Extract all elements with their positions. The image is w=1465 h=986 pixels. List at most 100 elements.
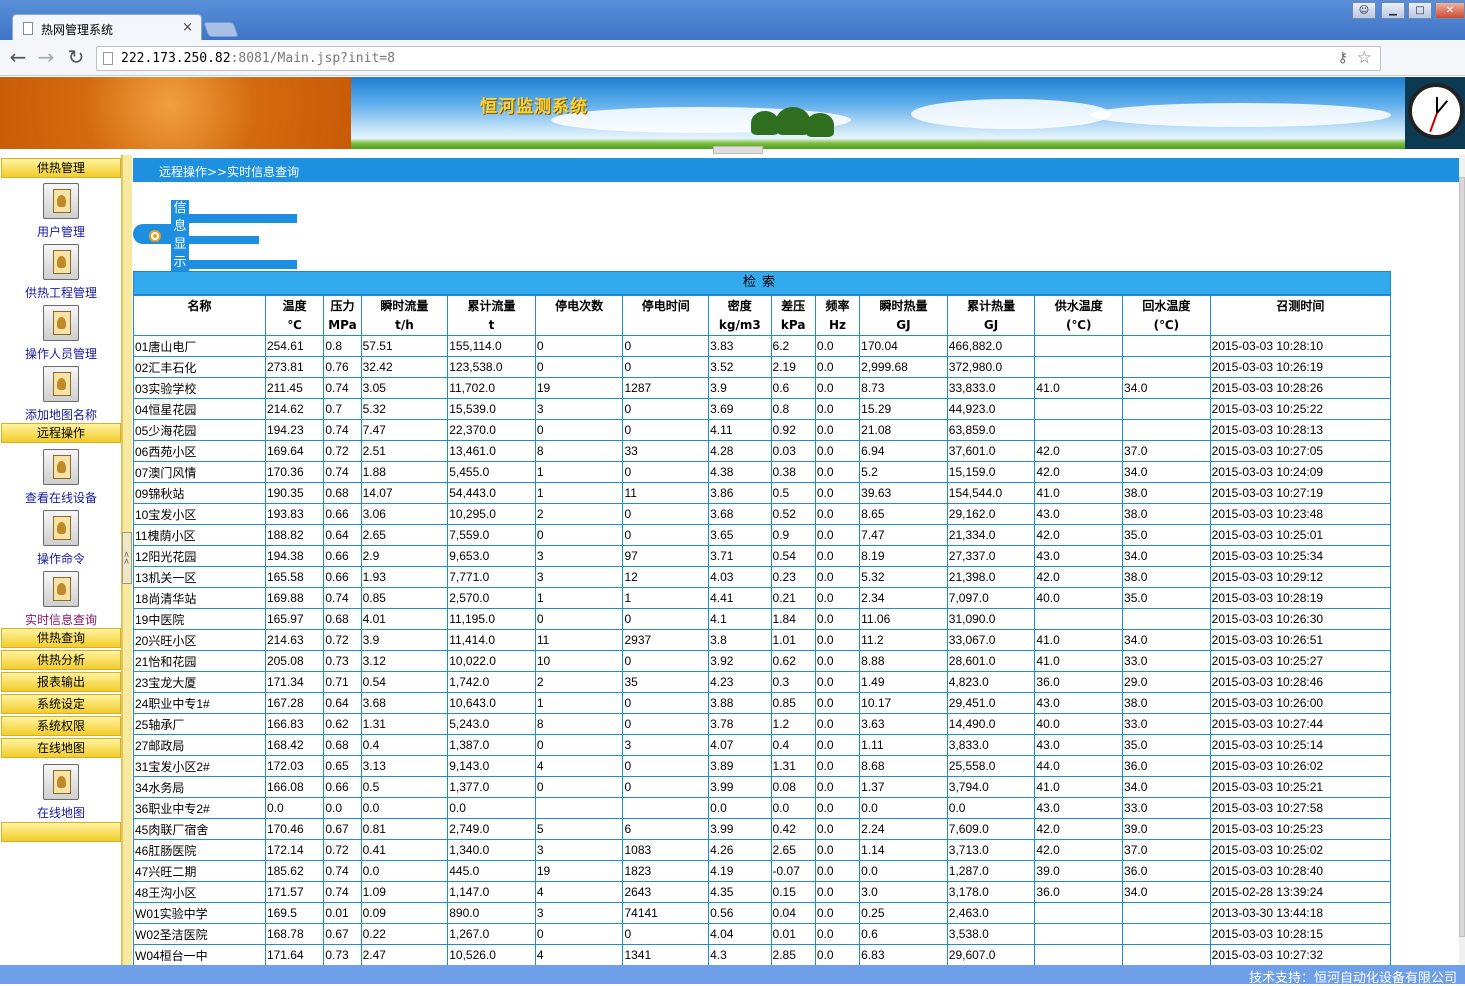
- reload-icon[interactable]: ↻: [64, 46, 88, 70]
- table-cell: 54,443.0: [447, 482, 536, 504]
- table-row: 01唐山电厂 254.61 0.8 57.51 155,114.0 0 0 3.83 6.2 0.…: [133, 335, 1392, 357]
- table-cell: 0: [534, 524, 624, 546]
- table-cell: 4.11: [708, 419, 772, 441]
- minimize-button[interactable]: ▁: [1381, 2, 1405, 19]
- table-cell: 0.0: [814, 881, 861, 903]
- table-cell: 0.0: [814, 419, 861, 441]
- table-cell: 172.14: [264, 839, 325, 861]
- table-cell: 2.85: [770, 944, 816, 965]
- maximize-button[interactable]: □: [1408, 2, 1432, 19]
- table-cell: 0.01: [770, 923, 816, 945]
- address-bar[interactable]: 222.173.250.82:8081/Main.jsp?init=8 ⚷ ☆: [96, 46, 1381, 71]
- column-header-unit: kPa: [780, 318, 806, 332]
- menu-section-online-map[interactable]: 在线地图: [1, 738, 121, 758]
- table-cell: 2015-03-03 10:26:30: [1209, 608, 1392, 630]
- station-name-cell: 20兴旺小区: [133, 629, 266, 651]
- table-cell: 34.0: [1122, 881, 1211, 903]
- table-cell: 0.92: [770, 419, 816, 441]
- menu-item-commands[interactable]: 操作命令: [1, 508, 121, 568]
- table-cell: [1122, 923, 1211, 945]
- table-cell: 0.5: [360, 776, 449, 798]
- url-path: :8081/Main.jsp?init=8: [230, 51, 395, 66]
- browser-tab[interactable]: 热网管理系统 ×: [12, 14, 202, 41]
- table-cell: 0.65: [323, 755, 362, 777]
- table-cell: 2015-03-03 10:25:21: [1209, 776, 1392, 798]
- table-cell: 1: [534, 482, 624, 504]
- table-cell: 0.6: [770, 377, 816, 399]
- table-cell: 2015-03-03 10:27:44: [1209, 713, 1392, 735]
- menu-item-label: 操作命令: [36, 552, 85, 566]
- menu-section-heating-mgmt[interactable]: 供热管理: [1, 158, 121, 178]
- back-arrow-icon[interactable]: ←: [6, 46, 30, 70]
- table-cell: 10,022.0: [447, 650, 536, 672]
- table-cell: 0.7: [323, 398, 362, 420]
- bookmark-star-icon[interactable]: ☆: [1357, 48, 1372, 68]
- table-cell: 29,607.0: [946, 944, 1036, 965]
- page-scrollbar[interactable]: [1459, 155, 1465, 965]
- info-display-header: 信 息 显 示: [133, 200, 303, 272]
- table-cell: 445.0: [447, 860, 536, 882]
- menu-item-user-mgmt[interactable]: 用户管理: [1, 181, 121, 241]
- close-icon[interactable]: ×: [182, 20, 193, 35]
- table-cell: 0.0: [447, 797, 536, 819]
- menu-item-online-map[interactable]: 在线地图: [1, 762, 121, 822]
- new-tab-button[interactable]: [203, 22, 239, 37]
- table-row: 27邮政局 168.42 0.68 0.4 1,387.0 0 3 4.07 0.4 0.0 1.1…: [133, 734, 1392, 756]
- table-cell: 5.2: [859, 461, 948, 483]
- menu-section-system-settings[interactable]: 系统设定: [1, 694, 121, 714]
- table-cell: 6.94: [859, 440, 948, 462]
- table-cell: 2015-03-03 10:27:58: [1209, 797, 1392, 819]
- table-row: 05少海花园 194.23 0.74 7.47 22,370.0 0 0 4.11 0.92 0.…: [133, 419, 1392, 441]
- table-cell: 0.6: [859, 923, 948, 945]
- table-cell: 0.74: [323, 881, 362, 903]
- table-cell: 38.0: [1122, 503, 1211, 525]
- table-cell: [1122, 608, 1211, 630]
- banner-collapse-handle[interactable]: [713, 146, 763, 154]
- column-header-name: 累计流量: [467, 299, 516, 313]
- table-cell: 2.19: [770, 356, 816, 378]
- table-cell: 0.0: [814, 335, 861, 357]
- table-cell: 0: [622, 419, 710, 441]
- table-cell: 1,267.0: [447, 923, 536, 945]
- menu-section-remote-ops[interactable]: 远程操作: [1, 423, 121, 443]
- table-cell: 0.15: [770, 881, 816, 903]
- forward-arrow-icon[interactable]: →: [34, 46, 58, 70]
- menu-section-system-permissions[interactable]: 系统权限: [1, 716, 121, 736]
- menu-item-add-map-name[interactable]: 添加地图名称: [1, 364, 121, 424]
- table-cell: 11,702.0: [447, 377, 536, 399]
- table-cell: 0.0: [814, 545, 861, 567]
- table-cell: 0.68: [323, 482, 362, 504]
- table-cell: 0.0: [814, 629, 861, 651]
- key-icon[interactable]: ⚷: [1338, 50, 1348, 66]
- sidebar-collapse-toggle[interactable]: <<: [122, 532, 132, 584]
- table-row: 09锦秋站 190.35 0.68 14.07 54,443.0 1 11 3.86 0.5 0.…: [133, 482, 1392, 504]
- table-cell: 4.28: [708, 440, 772, 462]
- scrollbar-thumb[interactable]: [1459, 177, 1465, 937]
- table-cell: 4.41: [708, 587, 772, 609]
- table-cell: 2015-03-03 10:26:02: [1209, 755, 1392, 777]
- table-row: 13机关一区 165.58 0.66 1.93 7,771.0 3 12 4.03 0.23 0.…: [133, 566, 1392, 588]
- close-window-button[interactable]: ✕: [1435, 2, 1465, 19]
- search-button[interactable]: 检索: [133, 271, 1391, 295]
- station-name-cell: 34水务局: [133, 776, 266, 798]
- table-cell: 1.31: [360, 713, 449, 735]
- table-cell: 7,609.0: [946, 818, 1036, 840]
- table-cell: 7,559.0: [447, 524, 536, 546]
- menu-section-heating-query[interactable]: 供热查询: [1, 628, 121, 648]
- table-cell: 3: [534, 902, 624, 924]
- menu-section-report-output[interactable]: 报表输出: [1, 672, 121, 692]
- table-cell: 2.65: [770, 839, 816, 861]
- menu-item-operator-mgmt[interactable]: 操作人员管理: [1, 303, 121, 363]
- radio-icon: [149, 230, 161, 242]
- table-row: 04恒星花园 214.62 0.7 5.32 15,539.0 3 0 3.69 0.8 0.0 1…: [133, 398, 1392, 420]
- table-cell: 0.9: [770, 524, 816, 546]
- menu-item-project-mgmt[interactable]: 供热工程管理: [1, 242, 121, 302]
- user-icon[interactable]: ☺: [1352, 2, 1376, 19]
- menu-item-realtime-query[interactable]: 实时信息查询: [1, 569, 121, 629]
- menu-section-heating-analysis[interactable]: 供热分析: [1, 650, 121, 670]
- table-cell: 34.0: [1122, 545, 1211, 567]
- menu-item-online-devices[interactable]: 查看在线设备: [1, 447, 121, 507]
- table-cell: 0.8: [323, 335, 362, 357]
- table-cell: 0.04: [770, 902, 816, 924]
- table-cell: 0.0: [814, 524, 861, 546]
